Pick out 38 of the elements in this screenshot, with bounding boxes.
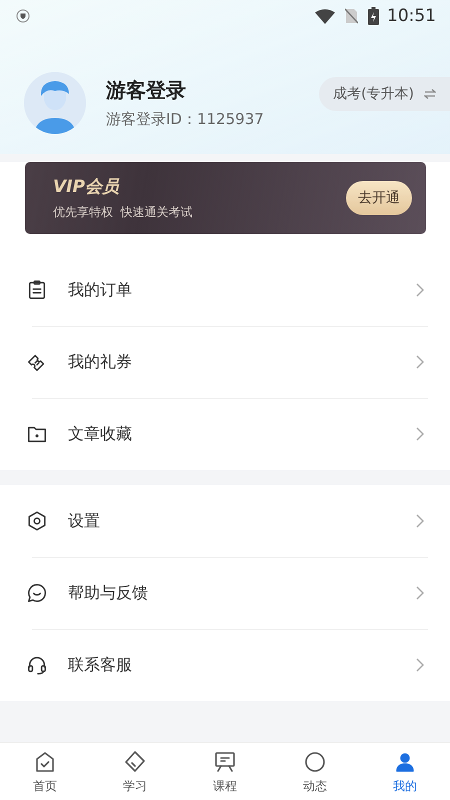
user-id: 游客登录ID：1125937	[106, 110, 265, 129]
home-check-icon	[33, 750, 57, 774]
chevron-right-icon	[416, 658, 424, 672]
menu-item[interactable]: 我的订单	[0, 254, 450, 326]
chevron-right-icon	[416, 355, 424, 369]
menu-item[interactable]: 文章收藏	[0, 398, 450, 470]
hexagon-gear-icon	[26, 510, 48, 532]
chevron-right-icon	[416, 427, 424, 441]
easel-icon	[213, 750, 237, 774]
chat-circle-icon	[303, 750, 327, 774]
vip-banner[interactable]: VIP会员 优先享特权 快速通关考试 去开通	[25, 162, 426, 234]
wifi-icon	[315, 8, 335, 24]
guest-name: 游客登录	[106, 77, 187, 104]
clipboard-icon	[26, 279, 48, 301]
tab-item[interactable]: 动态	[270, 743, 360, 800]
chat-bubble-icon	[26, 582, 48, 604]
vip-subtitle: 优先享特权 快速通关考试	[53, 204, 194, 221]
pencil-tag-icon	[123, 750, 147, 774]
chevron-right-icon	[416, 586, 424, 600]
menu-item[interactable]: 帮助与反馈	[0, 557, 450, 629]
chevron-right-icon	[416, 514, 424, 528]
tab-item[interactable]: 学习	[90, 743, 180, 800]
activate-button[interactable]: 去开通	[346, 181, 412, 215]
menu-item[interactable]: 联系客服	[0, 629, 450, 701]
vip-title: VIP会员	[53, 176, 120, 198]
no-sim-icon	[345, 8, 358, 24]
shield-icon	[16, 9, 30, 23]
exam-switch-button[interactable]: 成考(专升本)	[319, 77, 450, 111]
chevron-right-icon	[416, 283, 424, 297]
menu-item[interactable]: 我的礼券	[0, 326, 450, 398]
battery-charging-icon	[368, 7, 379, 25]
menu-item[interactable]: 设置	[0, 485, 450, 557]
clock-time: 10:51	[387, 6, 436, 26]
swap-icon	[424, 89, 436, 99]
tab-item[interactable]: 首页	[0, 743, 90, 800]
tab-item[interactable]: 课程	[180, 743, 270, 800]
headset-icon	[26, 654, 48, 676]
tab-item[interactable]: 我的	[360, 743, 450, 800]
